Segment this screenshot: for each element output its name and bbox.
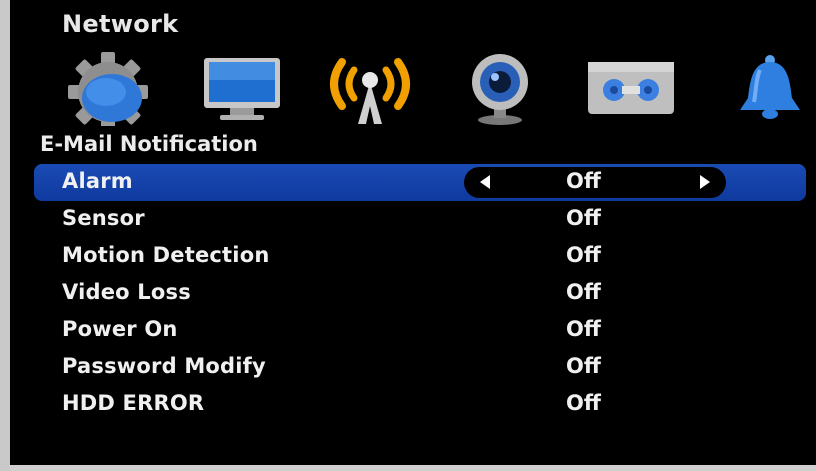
wireless-antenna-icon[interactable] bbox=[320, 48, 420, 126]
webcam-icon[interactable] bbox=[450, 48, 550, 126]
setting-value: Off bbox=[566, 354, 601, 378]
setting-row-motion-detection[interactable]: Motion Detection Off bbox=[34, 238, 806, 275]
arrow-right-icon[interactable] bbox=[700, 175, 710, 189]
setting-row-sensor[interactable]: Sensor Off bbox=[34, 201, 806, 238]
setting-label: Video Loss bbox=[62, 280, 191, 304]
setting-label: Sensor bbox=[62, 206, 145, 230]
setting-row-hdd-error[interactable]: HDD ERROR Off bbox=[34, 386, 806, 423]
dvr-menu-screen: Network E-Mail Notification Alarm Off Se… bbox=[10, 0, 816, 471]
recorder-icon[interactable] bbox=[580, 48, 680, 126]
gear-icon[interactable] bbox=[60, 48, 160, 132]
category-icon-bar bbox=[50, 48, 816, 132]
setting-value: Off bbox=[566, 280, 601, 304]
setting-label: Alarm bbox=[62, 169, 133, 193]
setting-label: Motion Detection bbox=[62, 243, 270, 267]
setting-value: Off bbox=[566, 206, 601, 230]
setting-value: Off bbox=[566, 243, 601, 267]
section-title: E-Mail Notification bbox=[40, 132, 258, 156]
setting-row-power-on[interactable]: Power On Off bbox=[34, 312, 806, 349]
setting-value: Off bbox=[566, 391, 601, 415]
settings-list: Alarm Off Sensor Off Motion Detection Of… bbox=[34, 164, 806, 423]
setting-label: Power On bbox=[62, 317, 178, 341]
setting-label: Password Modify bbox=[62, 354, 266, 378]
setting-row-password-modify[interactable]: Password Modify Off bbox=[34, 349, 806, 386]
setting-value: Off bbox=[566, 169, 601, 193]
setting-value: Off bbox=[566, 317, 601, 341]
bottom-border bbox=[10, 465, 816, 471]
arrow-left-icon[interactable] bbox=[480, 175, 490, 189]
left-border bbox=[0, 0, 10, 471]
setting-row-alarm[interactable]: Alarm Off bbox=[34, 164, 806, 201]
monitor-icon[interactable] bbox=[190, 48, 290, 126]
bell-icon[interactable] bbox=[716, 48, 816, 126]
setting-label: HDD ERROR bbox=[62, 391, 205, 415]
setting-row-video-loss[interactable]: Video Loss Off bbox=[34, 275, 806, 312]
page-title: Network bbox=[62, 10, 179, 38]
